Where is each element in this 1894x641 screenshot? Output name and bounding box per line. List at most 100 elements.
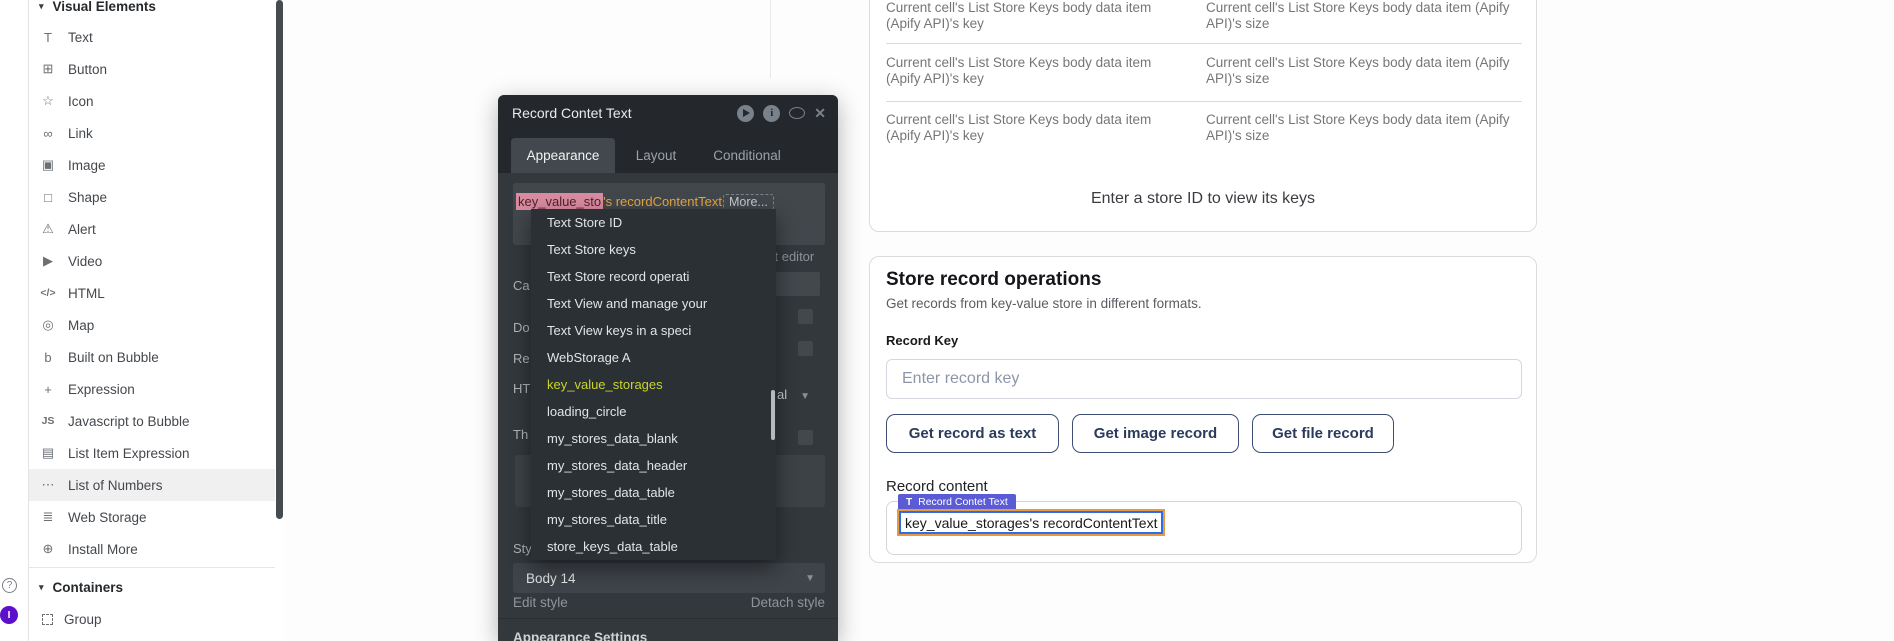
sidebar-item-label: Video xyxy=(68,254,102,269)
list-item-expression-icon: ▤ xyxy=(39,445,57,461)
expression-icon: + xyxy=(39,382,57,397)
dropdown-scrollbar[interactable] xyxy=(771,390,775,440)
close-icon[interactable]: ✕ xyxy=(814,105,826,122)
tab-appearance[interactable]: Appearance xyxy=(511,138,615,173)
size-cell[interactable]: Current cell's List Store Keys body data… xyxy=(1206,55,1522,87)
sidebar-item-map[interactable]: ◎Map xyxy=(29,309,275,341)
button-icon: ⊞ xyxy=(39,61,57,77)
sidebar-item-button[interactable]: ⊞Button xyxy=(29,53,275,85)
checkbox[interactable] xyxy=(798,341,813,356)
sidebar-item-video[interactable]: ▶Video xyxy=(29,245,275,277)
sidebar-item-text[interactable]: TText xyxy=(29,21,275,53)
sidebar-item-repeating-group[interactable]: Repeating Group xyxy=(29,635,275,641)
property-editor-titlebar[interactable]: Record Contet Text i ✕ xyxy=(498,95,838,131)
dropdown-option-text-store-record-operati[interactable]: Text Store record operati xyxy=(531,263,776,290)
sidebar-item-list-of-numbers[interactable]: ⋯List of Numbers xyxy=(29,469,275,501)
detach-style-link[interactable]: Detach style xyxy=(751,595,825,610)
record-key-input[interactable] xyxy=(886,359,1522,399)
dropdown-option-store-keys-data-table[interactable]: store_keys_data_table xyxy=(531,533,776,560)
help-icon[interactable]: ? xyxy=(2,578,17,593)
dropdown-option-key-value-storages[interactable]: key_value_storages xyxy=(531,371,776,398)
edit-style-link[interactable]: Edit style xyxy=(513,595,568,610)
store-keys-empty-message[interactable]: Enter a store ID to view its keys xyxy=(870,190,1536,208)
covered-select-partial[interactable]: al▼ xyxy=(777,387,810,402)
html-icon: </> xyxy=(39,287,57,299)
get-file-record-button[interactable]: Get file record xyxy=(1252,414,1394,453)
sidebar-item-label: Icon xyxy=(68,94,94,109)
sidebar-item-group[interactable]: Group xyxy=(29,603,275,635)
covered-field-label-partial: Do xyxy=(513,320,530,335)
size-cell[interactable]: Current cell's List Store Keys body data… xyxy=(1206,0,1522,32)
sidebar-item-html[interactable]: </> HTML xyxy=(29,277,275,309)
sidebar-section-divider xyxy=(29,567,275,568)
sidebar-item-label: Link xyxy=(68,126,93,141)
record-buttons-row: Get record as text Get image record Get fi… xyxy=(886,414,1394,453)
link-icon: ∞ xyxy=(39,126,57,141)
dropdown-option-loading-circle[interactable]: loading_circle xyxy=(531,398,776,425)
list-of-numbers-icon: ⋯ xyxy=(39,477,57,493)
expression-text[interactable]: 's recordContentText xyxy=(603,194,722,209)
sidebar-item-label: HTML xyxy=(68,286,105,301)
dropdown-option-my-stores-data-title[interactable]: my_stores_data_title xyxy=(531,506,776,533)
sidebar-item-install-more[interactable]: ⊕Install More xyxy=(29,533,275,565)
element-palette-sidebar: ▾Visual Elements TText⊞Button☆Icon ∞ Link ▣I… xyxy=(0,0,284,641)
expression-selected-token[interactable]: key_value_sto xyxy=(516,193,603,210)
autocomplete-dropdown: Text Store IDText Store keysText Store r… xyxy=(531,209,776,560)
checkbox[interactable] xyxy=(798,430,813,445)
get-image-record-button[interactable]: Get image record xyxy=(1072,414,1239,453)
covered-control[interactable] xyxy=(770,272,820,296)
dropdown-option-webstorage-a[interactable]: WebStorage A xyxy=(531,344,776,371)
comment-icon[interactable] xyxy=(789,107,805,119)
selected-element-badge: T Record Contet Text xyxy=(898,494,1016,510)
checkbox[interactable] xyxy=(798,309,813,324)
key-cell[interactable]: Current cell's List Store Keys body data… xyxy=(886,55,1186,87)
tab-layout[interactable]: Layout xyxy=(615,138,697,173)
dropdown-option-text-store-id[interactable]: Text Store ID xyxy=(531,209,776,236)
key-cell[interactable]: Current cell's List Store Keys body data… xyxy=(886,0,1186,32)
sidebar-item-label: Web Storage xyxy=(68,510,147,525)
sidebar-section-containers[interactable]: ▾Containers xyxy=(29,571,275,603)
style-select[interactable]: Body 14 ▼ xyxy=(513,563,825,593)
row-divider xyxy=(886,43,1522,44)
store-keys-table-card[interactable]: Current cell's List Store Keys body data… xyxy=(869,0,1537,232)
sidebar-item-javascript-to-bubble[interactable]: JSJavascript to Bubble xyxy=(29,405,275,437)
size-cell[interactable]: Current cell's List Store Keys body data… xyxy=(1206,112,1522,144)
sidebar-item-built-on-bubble[interactable]: bBuilt on Bubble xyxy=(29,341,275,373)
sidebar-item-expression[interactable]: +Expression xyxy=(29,373,275,405)
sidebar-item-label: List Item Expression xyxy=(68,446,190,461)
dropdown-option-my-stores-data-blank[interactable]: my_stores_data_blank xyxy=(531,425,776,452)
sidebar-item-list-item-expression[interactable]: ▤ List Item Expression xyxy=(29,437,275,469)
alert-icon: ⚠ xyxy=(39,221,57,237)
sidebar-item-shape[interactable]: □Shape xyxy=(29,181,275,213)
page-edge-line xyxy=(770,0,771,78)
dropdown-option-text-view-and-manage-your[interactable]: Text View and manage your xyxy=(531,290,776,317)
info-icon[interactable]: i xyxy=(763,105,780,122)
preview-run-icon[interactable] xyxy=(737,105,754,122)
sidebar-item-label: Javascript to Bubble xyxy=(68,414,190,429)
tab-conditional[interactable]: Conditional xyxy=(697,138,797,173)
get-record-as-text-button[interactable]: Get record as text xyxy=(886,414,1059,453)
sidebar-item-image[interactable]: ▣Image xyxy=(29,149,275,181)
dropdown-option-my-stores-data-header[interactable]: my_stores_data_header xyxy=(531,452,776,479)
sidebar-section-label: Containers xyxy=(53,580,124,595)
sidebar-item-alert[interactable]: ⚠Alert xyxy=(29,213,275,245)
selected-text-element[interactable]: key_value_storages's recordContentText xyxy=(899,511,1163,534)
sidebar-item-link[interactable]: ∞ Link xyxy=(29,117,275,149)
dropdown-option-my-stores-data-table[interactable]: my_stores_data_table xyxy=(531,479,776,506)
sidebar-item-web-storage[interactable]: ≣Web Storage xyxy=(29,501,275,533)
covered-field-label-partial: Th xyxy=(513,427,528,442)
sidebar-item-label: Group xyxy=(64,612,102,627)
expression-more-button[interactable]: More... xyxy=(723,194,774,210)
sidebar-item-icon[interactable]: ☆Icon xyxy=(29,85,275,117)
key-cell[interactable]: Current cell's List Store Keys body data… xyxy=(886,112,1186,144)
shape-icon: □ xyxy=(39,190,57,205)
store-ops-title: Store record operations xyxy=(886,269,1101,291)
dropdown-option-text-store-keys[interactable]: Text Store keys xyxy=(531,236,776,263)
dropdown-option-text-view-keys-in-a-speci[interactable]: Text View keys in a speci xyxy=(531,317,776,344)
property-editor-title: Record Contet Text xyxy=(512,105,728,121)
sidebar-section-visual-elements[interactable]: ▾Visual Elements xyxy=(29,0,275,18)
chevron-down-icon: ▾ xyxy=(39,1,44,12)
sidebar-item-label: Map xyxy=(68,318,94,333)
issue-badge[interactable]: I xyxy=(0,606,18,624)
sidebar-scrollbar[interactable] xyxy=(276,0,283,519)
